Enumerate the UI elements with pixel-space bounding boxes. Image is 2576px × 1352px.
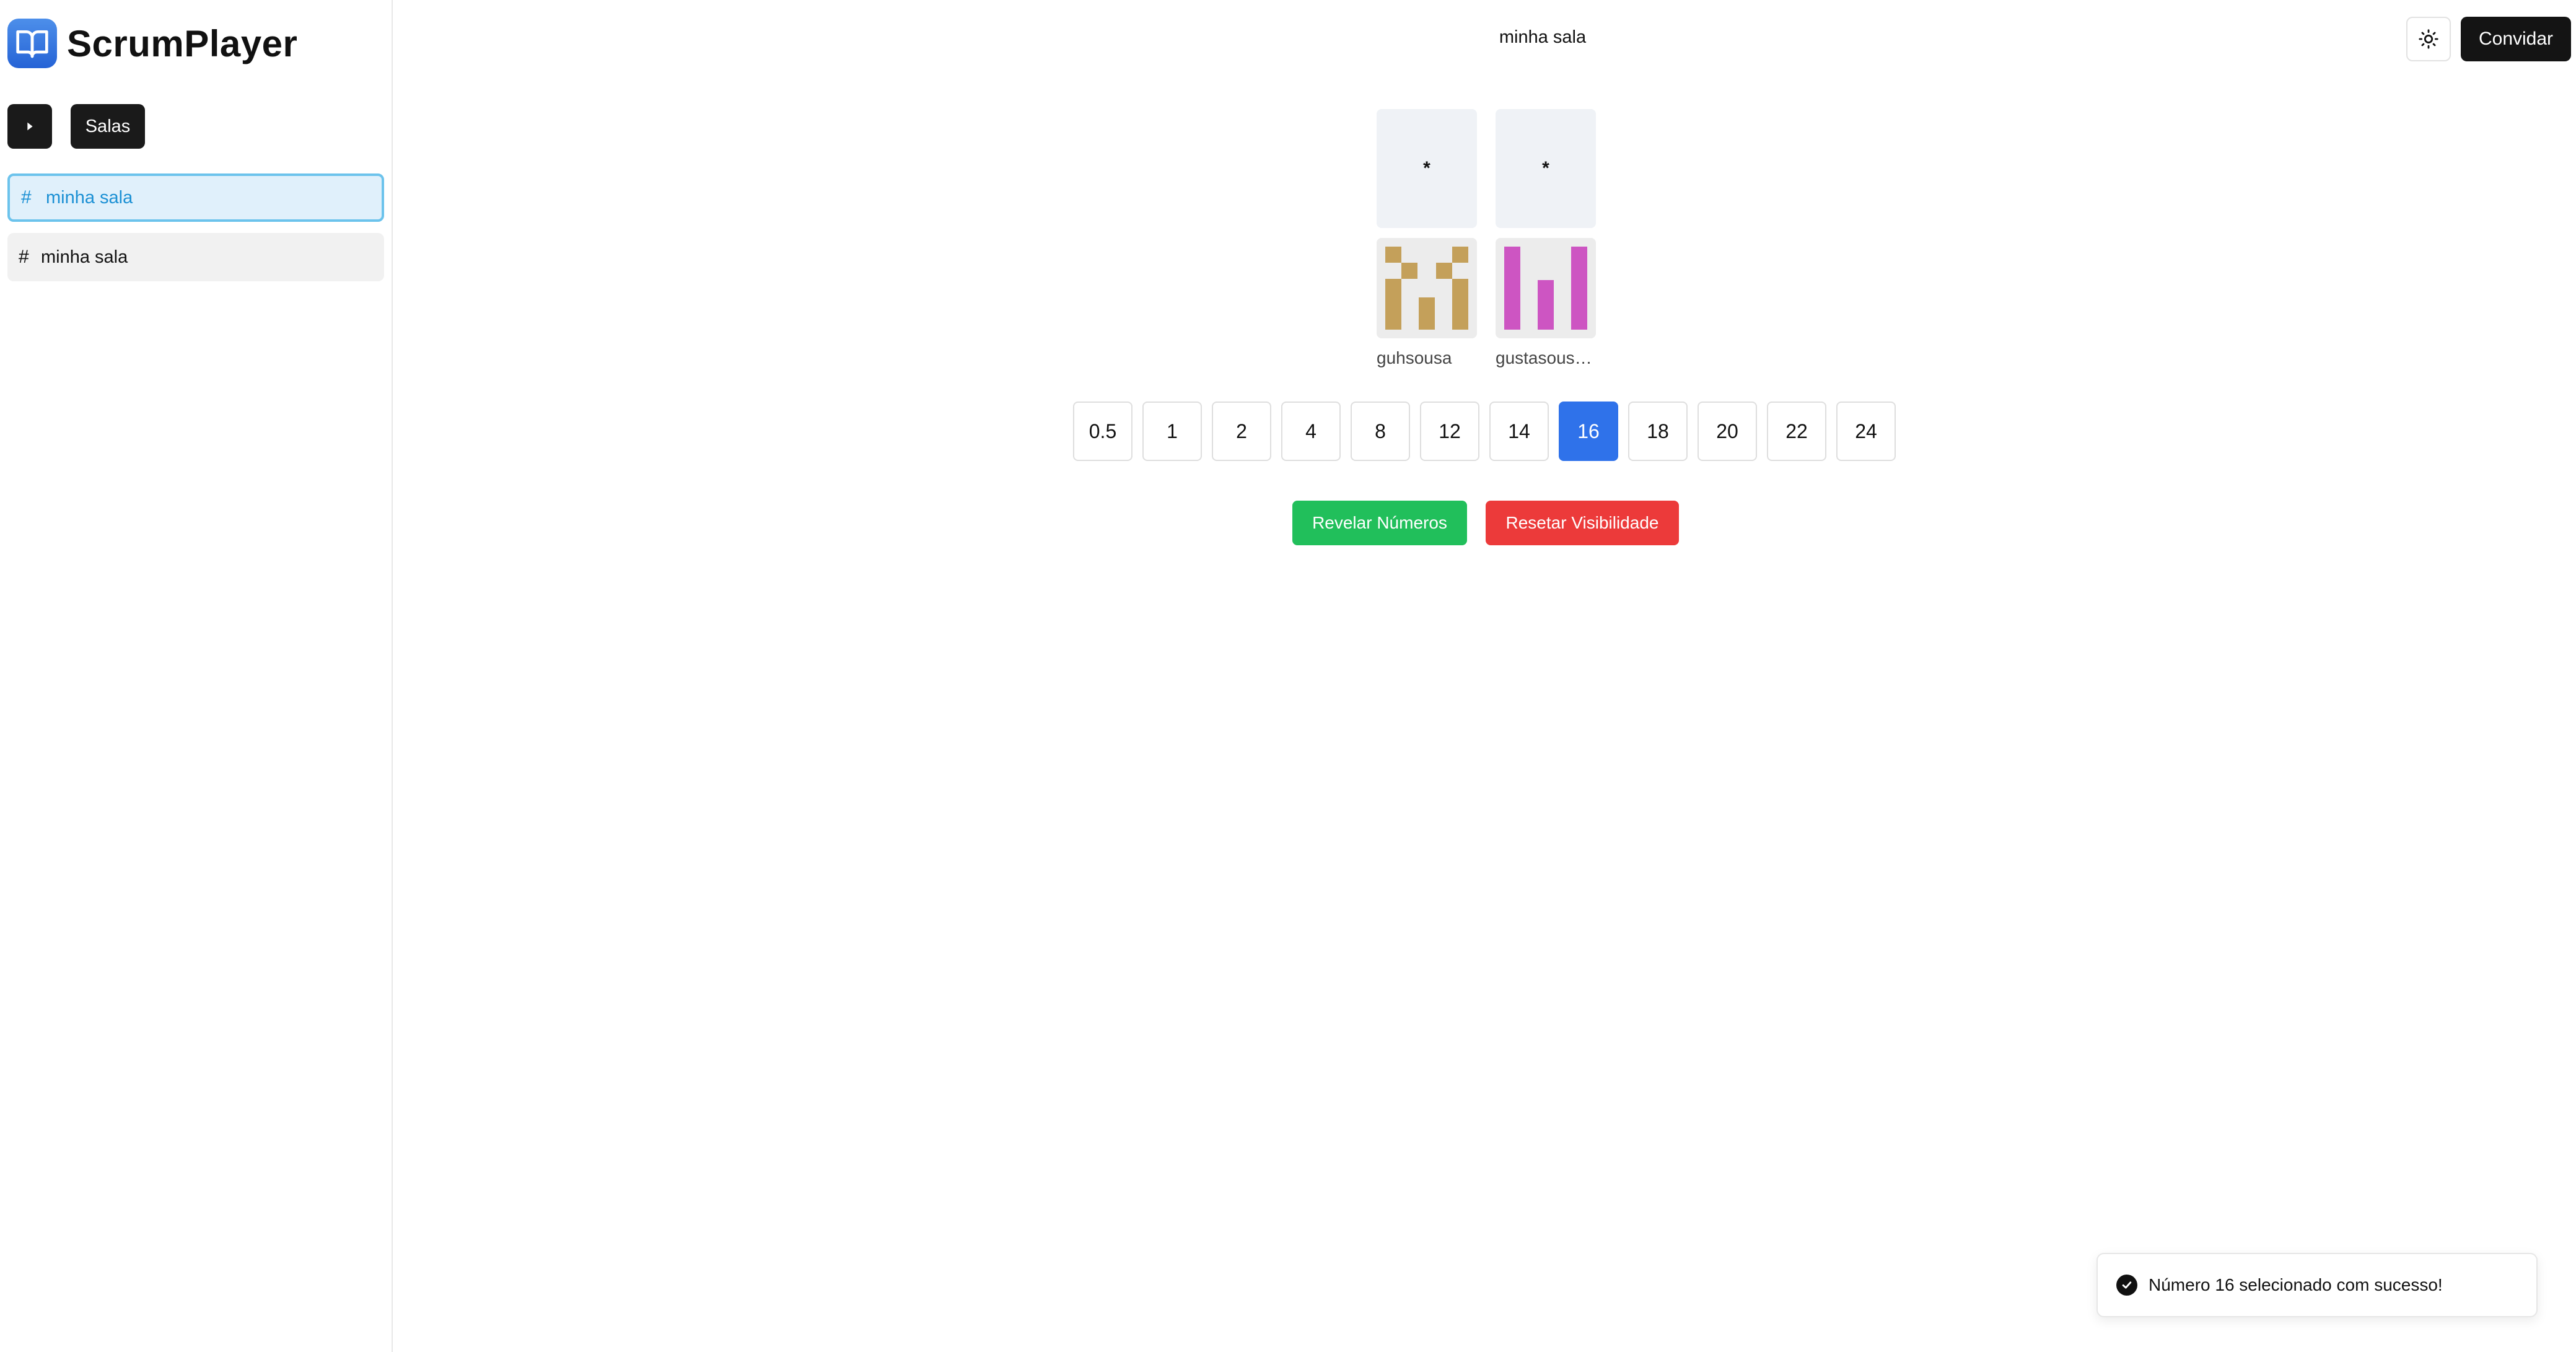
number-card[interactable]: 0.5 [1073, 402, 1132, 461]
sidebar: ScrumPlayer Salas # minha sala # minha s… [0, 0, 393, 1352]
number-card[interactable]: 24 [1836, 402, 1896, 461]
hash-icon: # [19, 247, 29, 267]
number-card[interactable]: 12 [1420, 402, 1479, 461]
salas-button[interactable]: Salas [71, 104, 145, 149]
room-label: minha sala [46, 187, 133, 208]
sun-icon [2419, 29, 2438, 49]
reset-visibility-button[interactable]: Resetar Visibilidade [1486, 501, 1679, 545]
number-card[interactable]: 16 [1559, 402, 1618, 461]
sidebar-room-item[interactable]: # minha sala [7, 233, 384, 281]
number-card[interactable]: 20 [1698, 402, 1757, 461]
player-avatar [1496, 238, 1596, 338]
player-slot: * guhsousa [1377, 109, 1477, 368]
check-circle-icon [2116, 1275, 2137, 1296]
caret-right-icon [27, 122, 33, 131]
reveal-numbers-button[interactable]: Revelar Números [1292, 501, 1467, 545]
brand: ScrumPlayer [7, 19, 297, 68]
invite-button[interactable]: Convidar [2461, 17, 2571, 61]
player-name: gustasous… [1496, 348, 1592, 367]
number-card[interactable]: 1 [1142, 402, 1202, 461]
number-deck: 0.5 1 2 4 8 12 14 16 18 20 22 24 [1073, 402, 1896, 461]
hash-icon: # [21, 187, 32, 208]
sidebar-toggle-button[interactable] [7, 104, 52, 149]
number-card[interactable]: 2 [1212, 402, 1271, 461]
player-card-hidden: * [1377, 109, 1477, 228]
brand-name: ScrumPlayer [67, 22, 298, 64]
player-card-hidden: * [1496, 109, 1596, 228]
player-avatar [1377, 238, 1477, 338]
number-card[interactable]: 14 [1489, 402, 1549, 461]
room-label: minha sala [41, 247, 128, 267]
toast-notification: Número 16 selecionado com sucesso! [2096, 1253, 2538, 1317]
sidebar-room-item-active[interactable]: # minha sala [7, 173, 384, 222]
player-slot: * gustasous… [1496, 109, 1596, 368]
theme-toggle-button[interactable] [2406, 17, 2451, 61]
number-card[interactable]: 18 [1628, 402, 1688, 461]
toast-message: Número 16 selecionado com sucesso! [2149, 1275, 2443, 1294]
number-card[interactable]: 22 [1767, 402, 1826, 461]
number-card[interactable]: 4 [1281, 402, 1341, 461]
book-open-icon [7, 19, 57, 68]
player-name: guhsousa [1377, 348, 1452, 367]
room-title: minha sala [1499, 27, 1587, 47]
number-card[interactable]: 8 [1351, 402, 1410, 461]
